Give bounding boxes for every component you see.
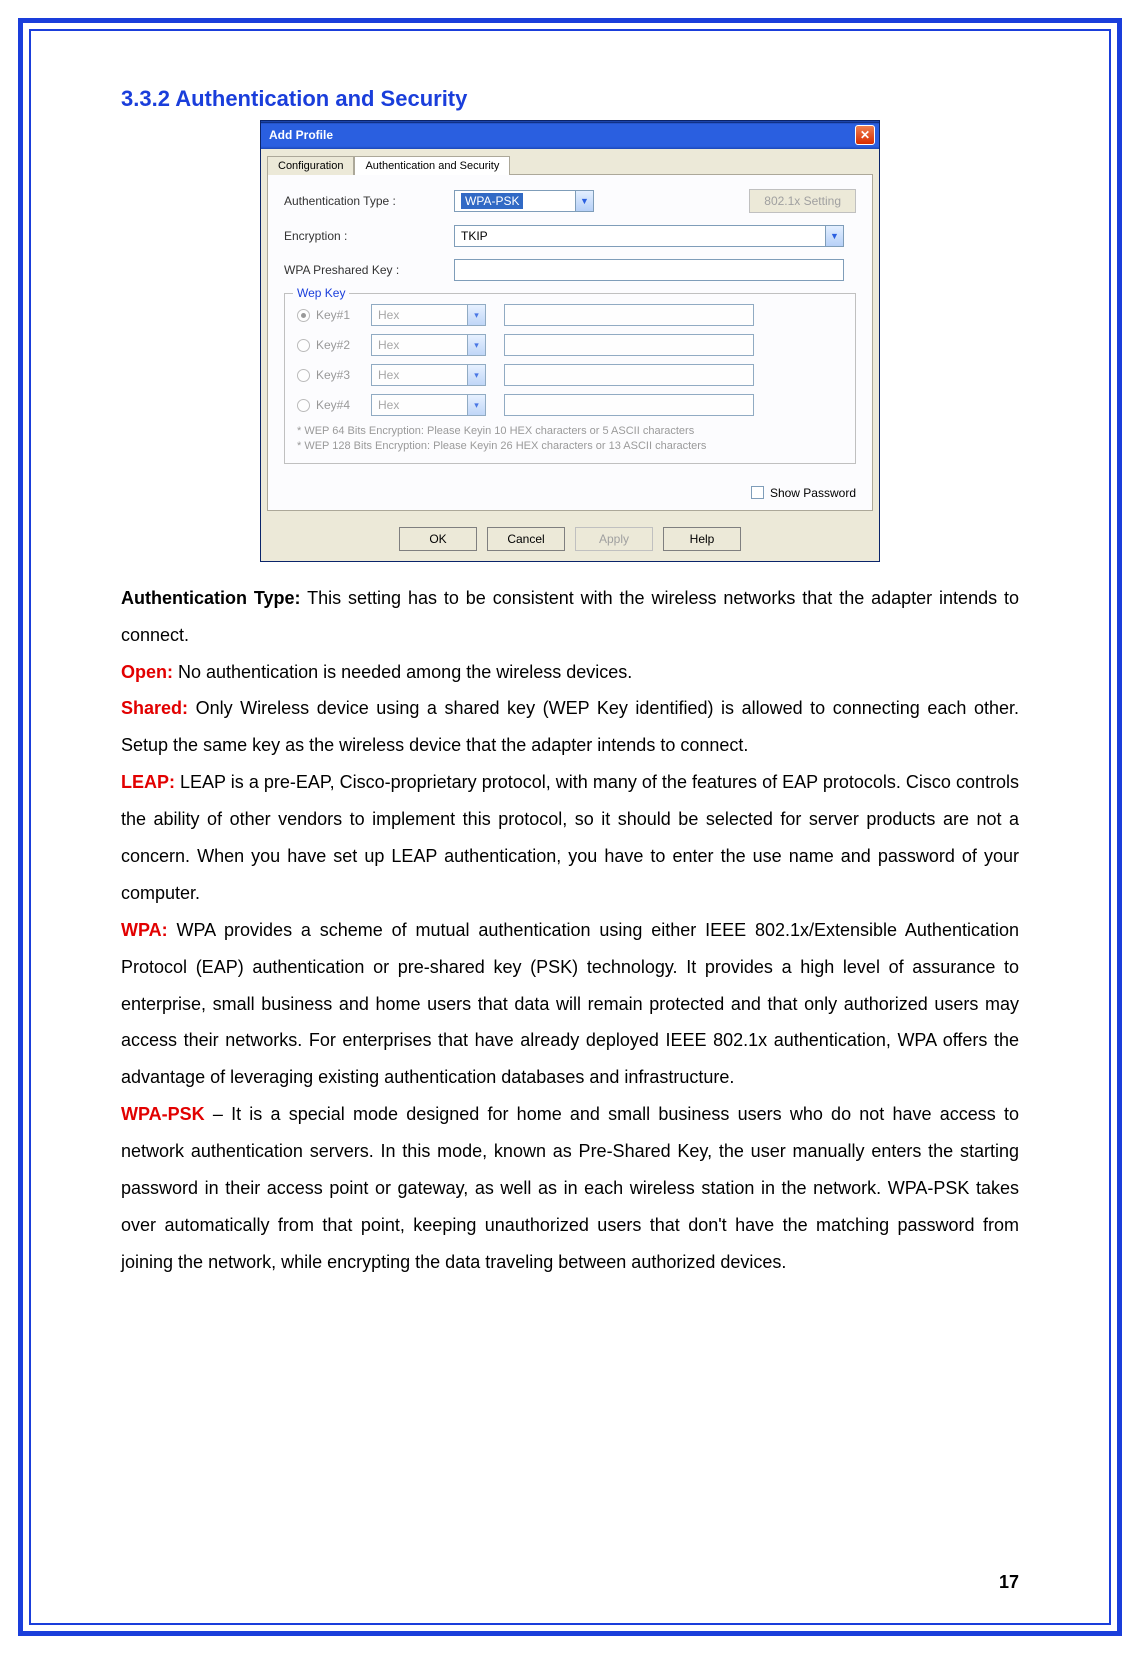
auth-type-label: Authentication Type :: [284, 194, 454, 208]
auth-type-value: WPA-PSK: [461, 193, 523, 209]
tab-authentication-security[interactable]: Authentication and Security: [354, 156, 510, 175]
wpapsk-desc: – It is a special mode designed for home…: [121, 1104, 1019, 1272]
dialog-screenshot: Add Profile ✕ Configuration Authenticati…: [121, 120, 1019, 562]
wep-key2-format: Hex: [378, 338, 399, 352]
encryption-select[interactable]: TKIP ▼: [454, 225, 844, 247]
wep-key1-label: Key#1: [316, 308, 371, 322]
wep-key2-radio[interactable]: [297, 339, 310, 352]
dialog-body: Authentication Type : WPA-PSK ▼ 802.1x S…: [267, 174, 873, 511]
auth-type-para: Authentication Type: This setting has to…: [121, 580, 1019, 654]
section-title: 3.3.2 Authentication and Security: [121, 86, 1019, 112]
wep-key4-format-select[interactable]: Hex ▾: [371, 394, 486, 416]
wep-key3-format-select[interactable]: Hex ▾: [371, 364, 486, 386]
add-profile-dialog: Add Profile ✕ Configuration Authenticati…: [260, 120, 880, 562]
show-password-checkbox[interactable]: [751, 486, 764, 499]
chevron-down-icon: ▾: [467, 335, 485, 355]
wep-hint-1: * WEP 64 Bits Encryption: Please Keyin 1…: [297, 424, 843, 439]
shared-term: Shared:: [121, 698, 188, 718]
auth-type-term: Authentication Type:: [121, 588, 301, 608]
ok-button[interactable]: OK: [399, 527, 477, 551]
page-number: 17: [999, 1572, 1019, 1593]
encryption-label: Encryption :: [284, 229, 454, 243]
wep-key1-format: Hex: [378, 308, 399, 322]
chevron-down-icon: ▾: [467, 365, 485, 385]
wep-key3-label: Key#3: [316, 368, 371, 382]
chevron-down-icon: ▾: [467, 305, 485, 325]
cancel-button[interactable]: Cancel: [487, 527, 565, 551]
shared-para: Shared: Only Wireless device using a sha…: [121, 690, 1019, 764]
open-desc: No authentication is needed among the wi…: [173, 662, 632, 682]
auth-type-select[interactable]: WPA-PSK ▼: [454, 190, 594, 212]
chevron-down-icon: ▼: [825, 226, 843, 246]
wep-key1-format-select[interactable]: Hex ▾: [371, 304, 486, 326]
psk-input[interactable]: [454, 259, 844, 281]
wep-key3-radio[interactable]: [297, 369, 310, 382]
wep-key4-format: Hex: [378, 398, 399, 412]
wep-hint-2: * WEP 128 Bits Encryption: Please Keyin …: [297, 439, 843, 454]
wep-key4-radio[interactable]: [297, 399, 310, 412]
encryption-value: TKIP: [461, 229, 488, 243]
wep-key3-format: Hex: [378, 368, 399, 382]
wep-key2-label: Key#2: [316, 338, 371, 352]
chevron-down-icon: ▾: [467, 395, 485, 415]
wep-key2-input[interactable]: [504, 334, 754, 356]
wpa-para: WPA: WPA provides a scheme of mutual aut…: [121, 912, 1019, 1096]
apply-button: Apply: [575, 527, 653, 551]
wpapsk-para: WPA-PSK – It is a special mode designed …: [121, 1096, 1019, 1280]
close-icon[interactable]: ✕: [855, 125, 875, 145]
tab-configuration[interactable]: Configuration: [267, 156, 354, 175]
wep-key-fieldset: Wep Key Key#1 Hex▾ Key#2 Hex▾: [284, 293, 856, 464]
leap-desc: LEAP is a pre-EAP, Cisco-proprietary pro…: [121, 772, 1019, 903]
wep-key1-input[interactable]: [504, 304, 754, 326]
help-button[interactable]: Help: [663, 527, 741, 551]
wep-key2-format-select[interactable]: Hex ▾: [371, 334, 486, 356]
wep-legend: Wep Key: [293, 286, 349, 300]
open-para: Open: No authentication is needed among …: [121, 654, 1019, 691]
leap-term: LEAP:: [121, 772, 175, 792]
wep-key4-input[interactable]: [504, 394, 754, 416]
wpa-desc: WPA provides a scheme of mutual authenti…: [121, 920, 1019, 1088]
wep-key3-input[interactable]: [504, 364, 754, 386]
chevron-down-icon: ▼: [575, 191, 593, 211]
wpa-term: WPA:: [121, 920, 168, 940]
dialog-title: Add Profile: [269, 128, 333, 142]
wep-key1-radio[interactable]: [297, 309, 310, 322]
dot1x-setting-button: 802.1x Setting: [749, 189, 856, 213]
wep-key4-label: Key#4: [316, 398, 371, 412]
shared-desc: Only Wireless device using a shared key …: [121, 698, 1019, 755]
psk-label: WPA Preshared Key :: [284, 263, 454, 277]
open-term: Open:: [121, 662, 173, 682]
dialog-titlebar: Add Profile ✕: [261, 121, 879, 149]
show-password-label: Show Password: [770, 486, 856, 500]
leap-para: LEAP: LEAP is a pre-EAP, Cisco-proprieta…: [121, 764, 1019, 912]
wpapsk-term: WPA-PSK: [121, 1104, 205, 1124]
